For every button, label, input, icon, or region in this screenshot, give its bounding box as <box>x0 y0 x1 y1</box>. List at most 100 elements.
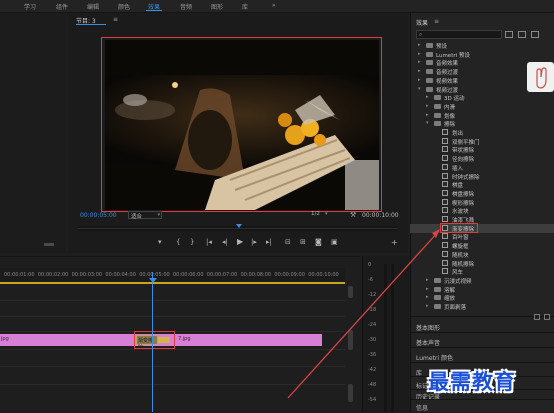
effects-tree-effect[interactable]: 楔形擦除 <box>410 198 554 207</box>
chevron-down-icon[interactable]: ▾ <box>426 120 429 126</box>
chevron-down-icon[interactable]: ▾ <box>418 86 421 92</box>
effects-menu-icon[interactable]: ≡ <box>434 18 439 25</box>
chevron-right-icon[interactable]: ▸ <box>426 112 429 118</box>
export-frame-icon[interactable]: ◙ <box>315 238 322 246</box>
effects-tree-folder[interactable]: ▸ 音频过渡 <box>410 67 554 76</box>
chevron-right-icon[interactable]: ▸ <box>426 277 429 283</box>
workspace-more-button[interactable]: » <box>272 2 276 9</box>
panel-essential-sound[interactable]: 基本声音 <box>416 338 440 347</box>
chevron-right-icon[interactable]: ▸ <box>418 68 421 74</box>
button-editor-plus-icon[interactable]: + <box>391 238 398 247</box>
program-menu-icon[interactable]: ≡ <box>113 16 118 23</box>
effects-tree-effect[interactable]: 插入 <box>410 163 554 172</box>
panel-divider <box>411 332 554 333</box>
effects-search-input[interactable]: ⌕ <box>416 30 502 39</box>
workspace-tab-editing[interactable]: 编辑 <box>87 2 99 11</box>
effects-tree-effect[interactable]: 随机块 <box>410 250 554 259</box>
step-forward-icon[interactable]: |▸ <box>251 238 257 246</box>
workspace-tab-learn[interactable]: 学习 <box>24 2 36 11</box>
panel-lumetri-color[interactable]: Lumetri 颜色 <box>416 353 453 362</box>
timeline-scrollbar-top[interactable] <box>348 286 353 298</box>
chevron-right-icon[interactable]: ▸ <box>418 51 421 57</box>
trash-icon[interactable] <box>544 314 550 320</box>
chevron-right-icon[interactable]: ▸ <box>418 42 421 48</box>
extract-icon[interactable]: ⊞ <box>300 238 306 246</box>
workspace-tab-audio[interactable]: 音频 <box>180 2 192 11</box>
effects-tree-folder[interactable]: ▸ 溶解 <box>410 285 554 294</box>
effects-tree-folder[interactable]: ▸ 划像 <box>410 111 554 120</box>
effects-tree-effect[interactable]: 百叶窗 <box>410 232 554 241</box>
32bit-effects-icon[interactable] <box>518 31 526 38</box>
chevron-right-icon[interactable]: ▸ <box>426 103 429 109</box>
current-timecode[interactable]: 00:00:05:00 <box>80 212 117 219</box>
step-back-icon[interactable]: ◂| <box>222 238 228 246</box>
workspace-tab-assembly[interactable]: 组件 <box>56 2 68 11</box>
effects-tree-folder[interactable]: ▸ 3D 运动 <box>410 93 554 102</box>
effects-tree-folder[interactable]: ▾ 视频过渡 <box>410 85 554 94</box>
effects-tree-effect[interactable]: 棋盘擦除 <box>410 189 554 198</box>
effects-tree-effect[interactable]: 双侧平推门 <box>410 137 554 146</box>
effects-tree-effect[interactable]: 随机擦除 <box>410 259 554 268</box>
fit-select[interactable]: 适合 ▾ <box>128 211 162 220</box>
workspace-tab-effects[interactable]: 效果 <box>145 2 163 11</box>
effects-tree-effect[interactable]: 带状擦除 <box>410 145 554 154</box>
timeline-scrollbar-bottom[interactable] <box>348 384 353 402</box>
effects-tree-effect[interactable]: 划出 <box>410 128 554 137</box>
chevron-right-icon[interactable]: ▸ <box>426 303 429 309</box>
effects-tree-effect[interactable]: 螺旋框 <box>410 241 554 250</box>
effects-tree-folder[interactable]: ▸ 内滑 <box>410 102 554 111</box>
folder-icon <box>434 112 441 118</box>
effects-tree-folder[interactable]: ▸ 视频效果 <box>410 76 554 85</box>
effects-panel-title[interactable]: 效果 <box>416 18 428 27</box>
chevron-right-icon[interactable]: ▸ <box>418 59 421 65</box>
go-to-in-icon[interactable]: |◂ <box>206 238 212 246</box>
effects-tree-effect[interactable]: 渐变擦除 <box>410 223 554 233</box>
go-to-out-icon[interactable]: ▸| <box>266 238 272 246</box>
folder-icon <box>434 103 441 109</box>
chevron-right-icon[interactable]: ▸ <box>426 294 429 300</box>
effects-tree-effect[interactable]: 径向擦除 <box>410 154 554 163</box>
play-icon[interactable]: ▶ <box>237 237 243 246</box>
effects-tree-folder[interactable]: ▸ Lumetri 预设 <box>410 50 554 59</box>
comparison-view-icon[interactable]: ▣ <box>331 238 338 246</box>
workspace-tab-color[interactable]: 颜色 <box>118 2 130 11</box>
panel-info[interactable]: 信息 <box>416 403 428 412</box>
panel-resize-handle[interactable] <box>44 243 54 246</box>
chevron-right-icon[interactable]: ▸ <box>418 77 421 83</box>
timeline-playhead[interactable] <box>152 272 153 412</box>
effects-tree-folder[interactable]: ▸ 音频效果 <box>410 58 554 67</box>
resolution-select[interactable]: 1/2 ▾ <box>309 211 335 219</box>
accelerated-effects-icon[interactable] <box>505 31 513 38</box>
panel-essential-graphics[interactable]: 基本图形 <box>416 323 440 332</box>
chevron-right-icon[interactable]: ▸ <box>426 94 429 100</box>
chevron-right-icon[interactable]: ▸ <box>426 286 429 292</box>
add-marker-icon[interactable]: ▾ <box>158 238 162 246</box>
effects-tree-folder[interactable]: ▸ 预设 <box>410 41 554 50</box>
new-bin-icon[interactable] <box>534 314 540 320</box>
effects-tree-effect[interactable]: 风车 <box>410 267 554 276</box>
effects-tree-effect[interactable]: 时钟式擦除 <box>410 172 554 181</box>
playhead-handle[interactable] <box>149 278 157 283</box>
yuv-effects-icon[interactable] <box>531 31 539 38</box>
folder-icon <box>434 95 441 101</box>
work-area-bar[interactable] <box>0 282 345 284</box>
effects-tree-effect[interactable]: 棋盘 <box>410 180 554 189</box>
effects-tree-effect[interactable]: 水波块 <box>410 206 554 215</box>
effects-tree-folder[interactable]: ▾ 擦除 <box>410 119 554 128</box>
program-title-underline <box>76 24 106 25</box>
effects-tree-folder[interactable]: ▸ 沉浸式视频 <box>410 276 554 285</box>
timeline-scrollbar-mid[interactable] <box>348 330 353 350</box>
meter-db-label: -18 <box>368 307 377 313</box>
effects-tree-effect[interactable]: 油漆飞溅 <box>410 215 554 224</box>
folder-icon <box>434 295 441 301</box>
program-playhead-marker[interactable] <box>236 224 242 228</box>
mark-in-icon[interactable]: { <box>176 238 180 246</box>
mark-out-icon[interactable]: } <box>190 238 194 246</box>
workspace-tab-graphics[interactable]: 图形 <box>211 2 223 11</box>
wrench-icon[interactable]: ⚒ <box>350 211 356 219</box>
effects-tree-folder[interactable]: ▸ 缩放 <box>410 293 554 302</box>
effects-tree-folder[interactable]: ▸ 页面剥落 <box>410 302 554 311</box>
lift-icon[interactable]: ⊟ <box>285 238 291 246</box>
transition-effect-icon <box>442 163 448 170</box>
workspace-tab-libraries[interactable]: 库 <box>242 2 248 11</box>
